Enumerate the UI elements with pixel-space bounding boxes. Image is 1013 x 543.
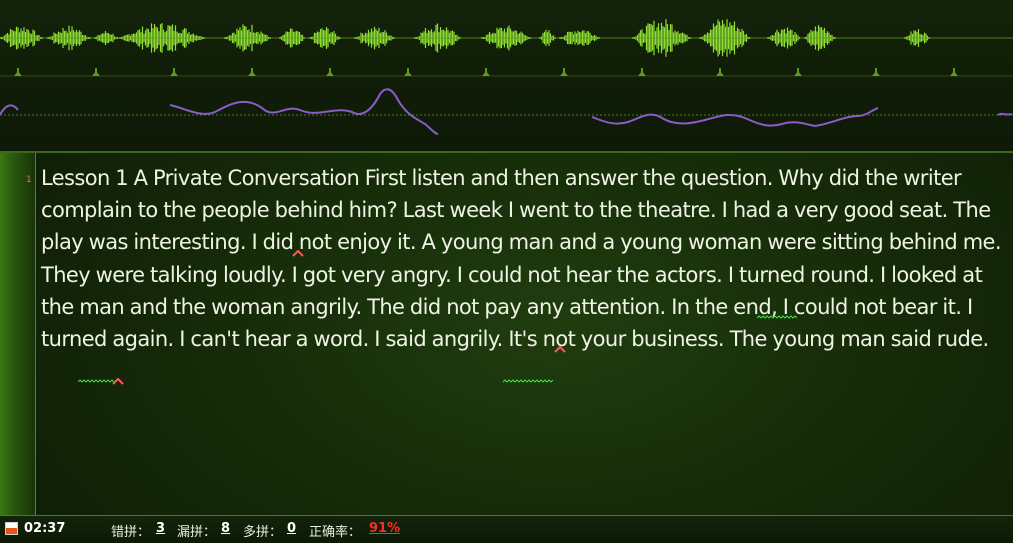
- squiggle-underline: [78, 379, 114, 383]
- timeline-tick: [404, 68, 412, 76]
- timeline-tick: [170, 68, 178, 76]
- timeline-tick: [950, 68, 958, 76]
- wrong-count-label: 错拼：: [111, 525, 151, 540]
- line-gutter: 1: [0, 153, 36, 515]
- timeline-tick: [14, 68, 22, 76]
- timeline-tick: [482, 68, 490, 76]
- caret-icon: [292, 250, 304, 257]
- timeline-ticks: [14, 68, 958, 76]
- elapsed-timer: 02:37: [24, 521, 66, 536]
- squiggle-underline: [757, 315, 797, 319]
- line-number: 1: [26, 175, 32, 185]
- missing-count-value: 8: [221, 521, 231, 536]
- timeline-tick: [716, 68, 724, 76]
- waveform-display[interactable]: [0, 0, 1013, 151]
- squiggle-underline: [503, 379, 553, 383]
- timeline-tick: [248, 68, 256, 76]
- extra-count-value: 0: [287, 521, 297, 536]
- missing-count-label: 漏拼：: [177, 525, 217, 540]
- dictation-app: 1 Lesson 1 A Private Conversation First …: [0, 0, 1013, 543]
- status-bar: 02:37 错拼： 3 漏拼： 8 多拼： 0 正确率： 91%: [0, 515, 1013, 543]
- pitch-line: [997, 112, 1013, 116]
- transcript-text[interactable]: Lesson 1 A Private Conversation First li…: [41, 162, 1002, 355]
- timeline-tick: [92, 68, 100, 76]
- caret-icon: [554, 346, 566, 353]
- timeline-tick: [326, 68, 334, 76]
- accuracy-value: 91%: [369, 521, 401, 536]
- timeline-tick: [560, 68, 568, 76]
- timeline-tick: [638, 68, 646, 76]
- transcript-editor[interactable]: Lesson 1 A Private Conversation First li…: [36, 153, 1013, 515]
- waveform-panel[interactable]: [0, 0, 1013, 153]
- accuracy-label: 正确率：: [309, 525, 362, 540]
- timeline-tick: [872, 68, 880, 76]
- wrong-count-value: 3: [156, 521, 166, 536]
- extra-count-label: 多拼：: [243, 525, 283, 540]
- timeline-tick: [794, 68, 802, 76]
- record-icon[interactable]: [5, 522, 18, 535]
